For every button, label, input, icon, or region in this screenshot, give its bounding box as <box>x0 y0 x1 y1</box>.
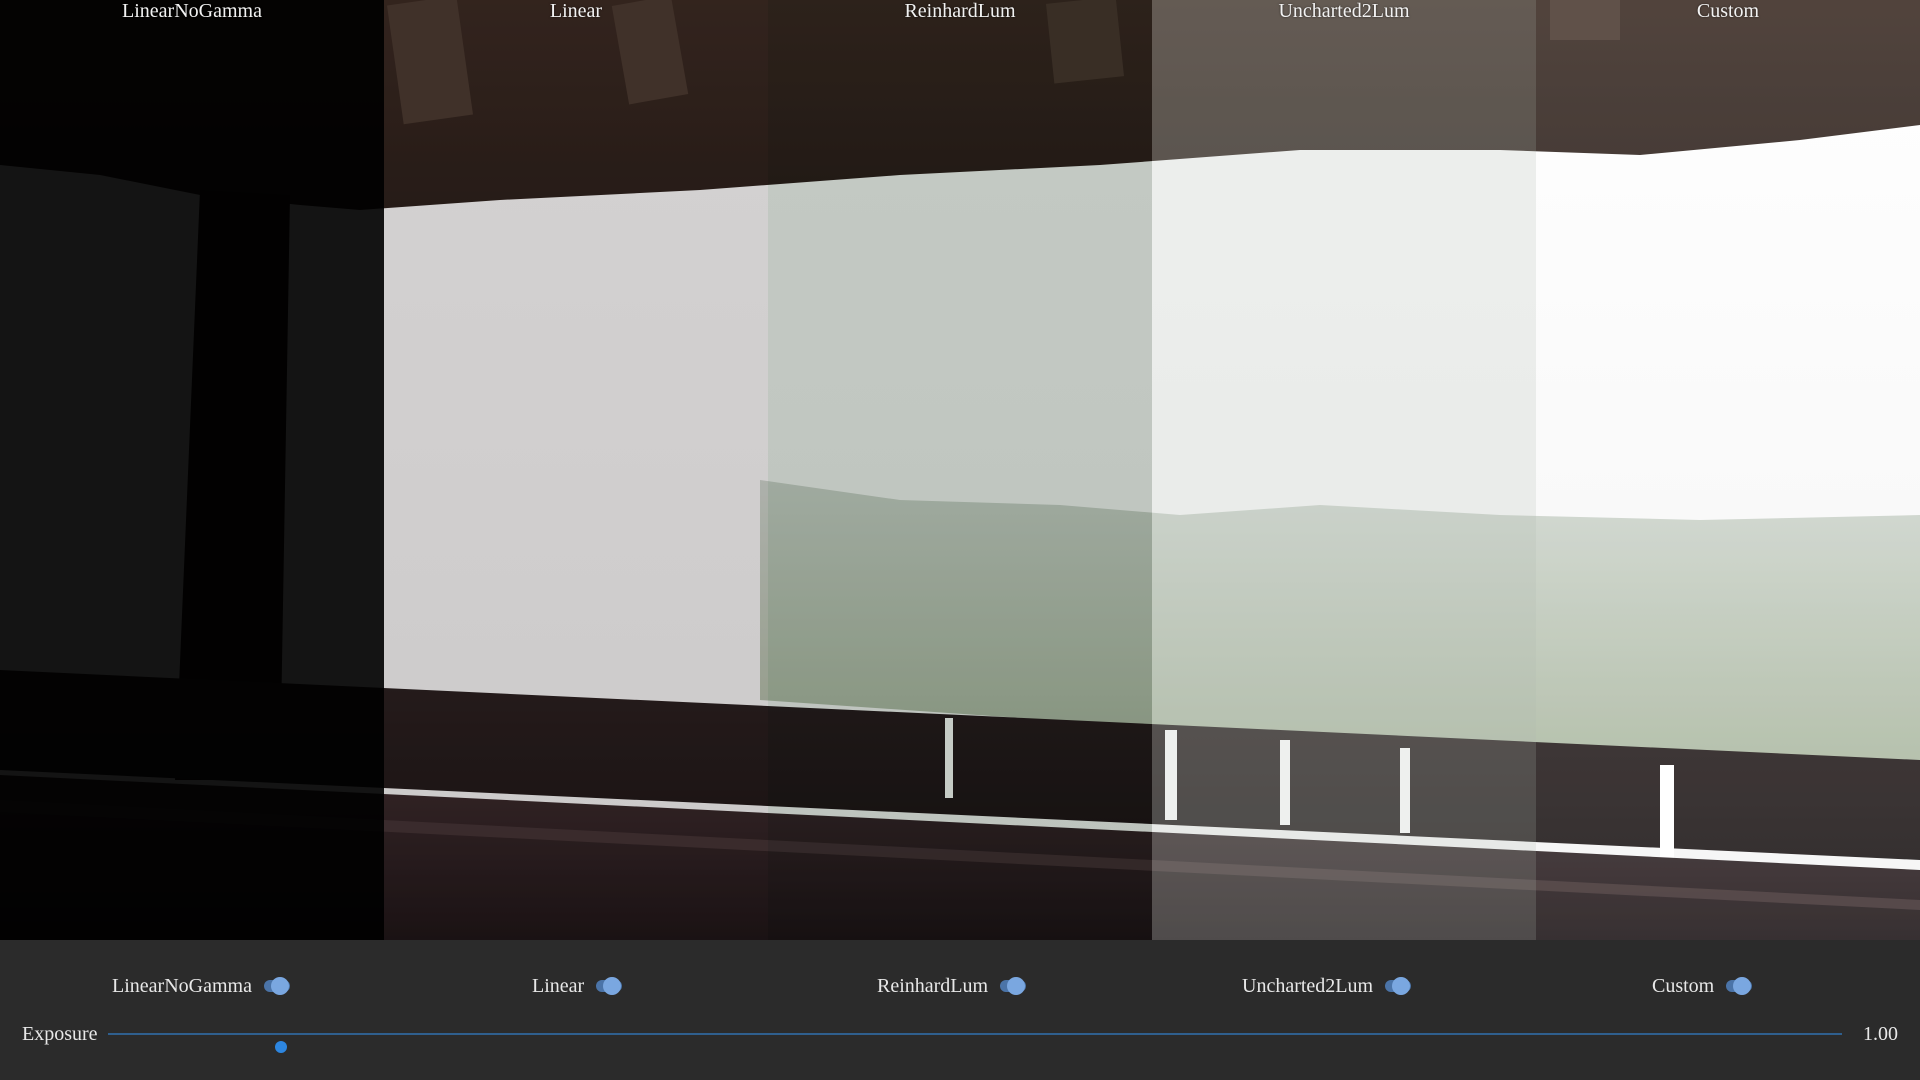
toggle-label-reinhard-lum: ReinhardLum <box>877 974 989 997</box>
strip-tint <box>1152 0 1536 940</box>
toggle-reinhard-lum[interactable] <box>1000 976 1027 996</box>
toggle-custom[interactable] <box>1726 976 1753 996</box>
toggle-label-linear-no-gamma: LinearNoGamma <box>112 974 252 997</box>
strip-uncharted2-lum: Uncharted2Lum <box>1152 0 1536 940</box>
exposure-value: 1.00 <box>1863 1023 1898 1045</box>
toggle-group-reinhard-lum: ReinhardLum <box>877 972 1027 1000</box>
strip-tint <box>1536 0 1920 940</box>
toggle-linear[interactable] <box>596 976 623 996</box>
strip-label-uncharted2-lum: Uncharted2Lum <box>1278 0 1410 22</box>
strip-linear: Linear <box>384 0 768 940</box>
strip-label-linear: Linear <box>549 0 603 22</box>
strip-tint <box>384 0 768 940</box>
exposure-slider-track[interactable] <box>108 1033 1842 1053</box>
toggle-label-linear: Linear <box>532 974 585 997</box>
strip-reinhard-lum: ReinhardLum <box>768 0 1152 940</box>
toggle-group-linear: Linear <box>532 972 623 1000</box>
toggle-label-custom: Custom <box>1652 974 1715 997</box>
strip-linear-no-gamma: LinearNoGamma <box>0 0 384 940</box>
toggle-linear-no-gamma[interactable] <box>263 976 290 996</box>
strip-tint <box>0 0 384 940</box>
toggle-knob <box>603 977 622 995</box>
toggle-knob <box>270 977 289 995</box>
hdr-viewport[interactable]: LinearNoGamma Linear ReinhardLum Uncharted2… <box>0 0 1920 940</box>
toggle-knob <box>1733 977 1752 995</box>
toggle-group-uncharted2-lum: Uncharted2Lum <box>1242 972 1412 1000</box>
strip-tint <box>768 0 1152 940</box>
strip-label-reinhard-lum: ReinhardLum <box>904 0 1016 22</box>
exposure-label: Exposure <box>22 1023 98 1045</box>
toggle-knob <box>1392 977 1411 995</box>
toggle-group-custom: Custom <box>1652 972 1753 1000</box>
strip-label-linear-no-gamma: LinearNoGamma <box>122 0 262 22</box>
controls-panel <box>0 940 1920 1080</box>
exposure-row: Exposure 1.00 <box>0 1020 1920 1053</box>
toggle-knob <box>1007 977 1026 995</box>
toggle-label-uncharted2-lum: Uncharted2Lum <box>1242 974 1374 997</box>
toggle-group-linear-no-gamma: LinearNoGamma <box>112 972 290 1000</box>
strip-custom: Custom <box>1536 0 1920 940</box>
toggle-uncharted2-lum[interactable] <box>1385 976 1412 996</box>
strip-label-custom: Custom <box>1696 0 1760 22</box>
